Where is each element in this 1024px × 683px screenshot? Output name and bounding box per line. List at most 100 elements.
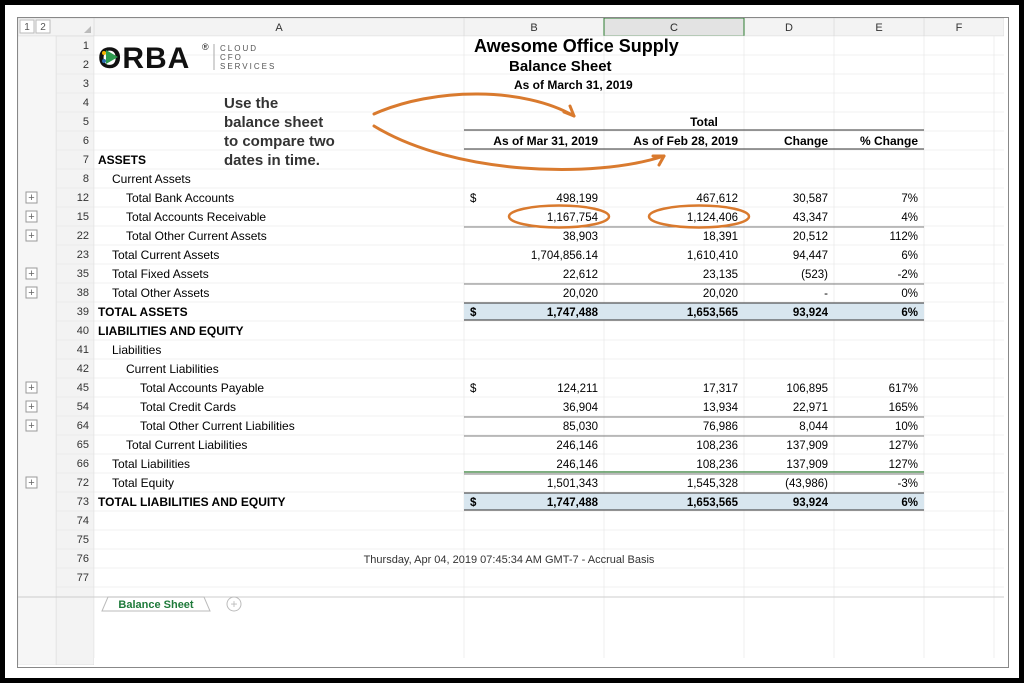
row-header[interactable]: 23 [77,249,89,261]
col-header-E[interactable]: E [875,22,882,34]
value-cell: 6% [901,250,918,262]
row-header[interactable]: 76 [77,553,89,565]
label-cell: Total Other Current Liabilities [140,419,295,433]
col-header-A[interactable]: A [275,22,283,34]
value-cell: 94,447 [793,250,828,262]
value-cell: 93,924 [793,497,829,509]
row-header[interactable]: 3 [83,78,89,90]
value-cell: 1,747,488 [547,497,599,509]
value-cell: 85,030 [563,421,598,433]
row-header[interactable]: 72 [77,477,89,489]
value-cell: 30,587 [793,193,828,205]
row-header[interactable]: 4 [83,97,89,109]
spreadsheet-frame: 12ABCDEFC1234567ASSETS8Current Assets12+… [17,17,1009,668]
value-cell: 17,317 [703,383,738,395]
company-title: Awesome Office Supply [474,36,679,56]
col-header-D[interactable]: D [785,22,793,34]
value-cell: 1,653,565 [687,307,739,319]
svg-text:$: $ [470,193,477,205]
value-cell: 7% [901,193,918,205]
value-cell: 108,236 [696,440,738,452]
value-cell: 22,971 [793,402,828,414]
row-header[interactable]: 8 [83,173,89,185]
value-cell: 20,512 [793,231,828,243]
sheet-tab-label: Balance Sheet [118,599,194,611]
row-header[interactable]: 66 [77,458,89,470]
annotation-line: Use the [224,95,278,112]
svg-text:+: + [28,420,34,432]
value-cell: 1,704,856.14 [531,250,599,262]
svg-text:+: + [28,477,34,489]
header-col3: Change [784,134,828,148]
svg-text:1: 1 [24,22,30,33]
label-cell: Total Other Current Assets [126,229,267,243]
row-header[interactable]: 38 [77,287,89,299]
row-header[interactable]: 1 [83,40,89,52]
value-cell: 6% [901,497,918,509]
label-cell: Total Equity [112,476,174,490]
row-header[interactable]: 45 [77,382,89,394]
svg-text:+: + [28,211,34,223]
row-header[interactable]: 6 [83,135,89,147]
label-cell: Total Current Assets [112,248,219,262]
value-cell: 4% [901,212,918,224]
svg-text:$: $ [470,383,477,395]
row-header[interactable]: 40 [77,325,89,337]
row-header[interactable]: 73 [77,496,89,508]
row-header[interactable]: 41 [77,344,89,356]
svg-text:®: ® [202,42,209,52]
label-cell: Total Liabilities [112,457,190,471]
svg-text:+: + [28,192,34,204]
row-header[interactable]: 64 [77,420,89,432]
col-header-B[interactable]: B [530,22,537,34]
value-cell: 76,986 [703,421,738,433]
row-header[interactable]: 77 [77,572,89,584]
label-cell: TOTAL LIABILITIES AND EQUITY [98,495,286,509]
value-cell: 10% [895,421,918,433]
value-cell: 1,747,488 [547,307,599,319]
value-cell: 137,909 [786,459,828,471]
svg-text:2: 2 [40,22,46,33]
value-cell: 108,236 [696,459,738,471]
value-cell: 1,610,410 [687,250,738,262]
row-header[interactable]: 12 [77,192,89,204]
footer-text: Thursday, Apr 04, 2019 07:45:34 AM GMT-7… [364,554,655,566]
logo-tagline: CLOUD [220,44,258,53]
row-header[interactable]: 5 [83,116,89,128]
value-cell: 93,924 [793,307,829,319]
value-cell: 246,146 [556,440,598,452]
value-cell: 498,199 [556,193,598,205]
svg-text:+: + [28,401,34,413]
value-cell: 1,545,328 [687,478,738,490]
row-header[interactable]: 7 [83,154,89,166]
value-cell: -2% [898,269,918,281]
value-cell: 106,895 [786,383,828,395]
label-cell: Current Assets [112,172,191,186]
asof-text: As of March 31, 2019 [514,78,633,92]
row-header[interactable]: 65 [77,439,89,451]
row-header[interactable]: 74 [77,515,89,527]
svg-text:C: C [670,22,678,34]
row-header[interactable]: 42 [77,363,89,375]
label-cell: Total Fixed Assets [112,267,209,281]
label-cell: Total Bank Accounts [126,191,234,205]
svg-text:balance sheet: balance sheet [224,114,323,131]
row-header[interactable]: 22 [77,230,89,242]
col-header-F[interactable]: F [956,22,963,34]
row-header[interactable]: 15 [77,211,89,223]
value-cell: 18,391 [703,231,738,243]
header-col1: As of Mar 31, 2019 [493,134,598,148]
label-cell: Total Accounts Receivable [126,210,266,224]
svg-text:+: + [28,287,34,299]
value-cell: 36,904 [563,402,599,414]
row-header[interactable]: 75 [77,534,89,546]
header-total: Total [690,115,718,129]
row-header[interactable]: 35 [77,268,89,280]
value-cell: 1,167,754 [547,212,599,224]
row-header[interactable]: 2 [83,59,89,71]
row-header[interactable]: 54 [77,401,89,413]
value-cell: 8,044 [799,421,828,433]
value-cell: 20,020 [563,288,598,300]
row-header[interactable]: 39 [77,306,89,318]
report-title: Balance Sheet [509,58,612,75]
